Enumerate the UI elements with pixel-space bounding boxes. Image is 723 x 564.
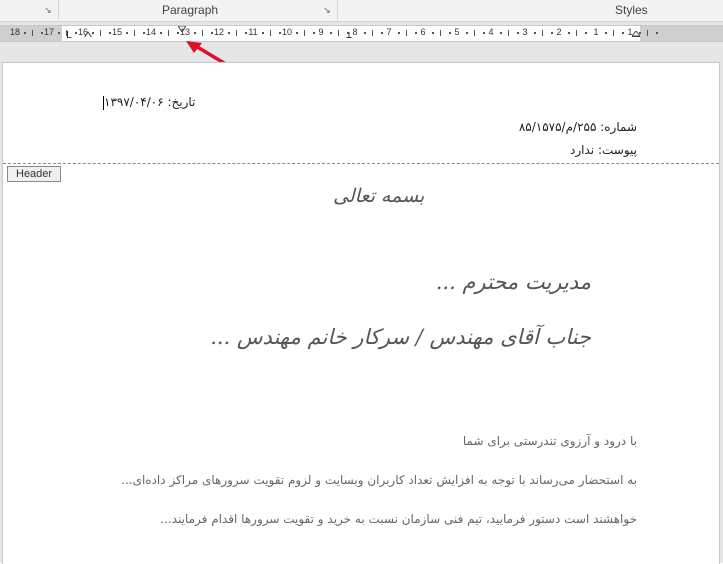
ruler-tick: [134, 30, 135, 36]
ruler-tick: [474, 30, 475, 36]
ruler-number: 12: [213, 27, 224, 37]
ruler-tick: [576, 30, 577, 36]
ruler-number: 16: [77, 27, 88, 37]
addressee-line-2[interactable]: جناب آقای مهندس / سرکار خانم مهندس ...: [210, 325, 591, 349]
ruler-number: 8: [352, 27, 358, 37]
ruler-tick: [202, 30, 203, 36]
ruler-tick: [647, 30, 648, 36]
ruler-tick: [508, 30, 509, 36]
salutation[interactable]: بسمه تعالی: [333, 185, 424, 207]
ruler-dot: [499, 32, 502, 34]
ruler-dot: [638, 32, 641, 34]
ruler-dot: [329, 32, 332, 34]
body-paragraph-1[interactable]: با درود و آرزوی تندرستی برای شما: [463, 434, 637, 448]
ruler-number: 15: [111, 27, 122, 37]
ruler-dot: [159, 32, 162, 34]
ruler-dot: [567, 32, 570, 34]
ruler-dot: [584, 32, 587, 34]
ruler-tick: [440, 30, 441, 36]
horizontal-ruler[interactable]: L ⊥ 18 17 16 15 14 13 12 11 10 9 8 7 6 5 4 3 2 1 1: [0, 25, 723, 42]
addressee-line-1[interactable]: مدیریت محترم ...: [436, 270, 591, 294]
body-paragraph-3[interactable]: خواهشند است دستور فرمایید، تیم فنی سازما…: [160, 512, 637, 526]
ruler-tick: [270, 30, 271, 36]
ruler-dot: [193, 32, 196, 34]
ruler-number: 2: [556, 27, 562, 37]
ruler-number: 13: [179, 27, 190, 37]
ruler-dot: [465, 32, 468, 34]
ruler-dot: [91, 32, 94, 34]
ruler-tick: [372, 30, 373, 36]
ruler-area: L ⊥ 18 17 16 15 14 13 12 11 10 9 8 7 6 5 4 3 2 1 1: [0, 22, 723, 71]
ruler-tick: [168, 30, 169, 36]
ruler-dot: [604, 32, 607, 34]
ruler-number: 11: [248, 27, 258, 37]
ruler-number: 14: [145, 27, 156, 37]
ruler-dot: [57, 32, 60, 34]
ruler-number: 10: [281, 27, 292, 37]
ruler-number: 1: [627, 27, 633, 37]
ruler-dot: [397, 32, 400, 34]
ruler-number: 1: [593, 27, 599, 37]
ruler-dot: [227, 32, 230, 34]
body-paragraph-2[interactable]: به استحضار می‌رساند با توجه به افزایش تع…: [121, 473, 637, 487]
ruler-tick: [406, 30, 407, 36]
ruler-dot: [655, 32, 658, 34]
ruler-number: 4: [488, 27, 494, 37]
number-line[interactable]: شماره: ۲۵۵/م/۸۵/۱۵۷۵: [519, 120, 637, 134]
ruler-tick: [542, 30, 543, 36]
ruler-right-margin: [640, 26, 723, 41]
ruler-dot: [261, 32, 264, 34]
ruler-tick: [32, 30, 33, 36]
ruler-dot: [431, 32, 434, 34]
ruler-number: 18: [9, 27, 20, 37]
document-canvas: تاریخ: ۱۳۹۷/۰۴/۰۶ شماره: ۲۵۵/م/۸۵/۱۵۷۵ پ…: [0, 62, 723, 564]
paragraph-dialog-launcher-icon[interactable]: ↘: [323, 7, 331, 16]
dialog-launcher-icon[interactable]: ↘: [44, 7, 52, 16]
ruler-dot: [533, 32, 536, 34]
ruler-number: 17: [43, 27, 54, 37]
ruler-number: 3: [522, 27, 528, 37]
group-separator: [58, 0, 59, 20]
ruler-dot: [295, 32, 298, 34]
header-boundary: [3, 163, 719, 164]
ruler-number: 5: [454, 27, 460, 37]
ruler-dot: [23, 32, 26, 34]
group-label-styles: Styles: [615, 3, 648, 17]
ruler-number: 6: [420, 27, 426, 37]
attachment-line[interactable]: پیوست: ندارد: [570, 143, 637, 157]
header-tag[interactable]: Header: [7, 166, 62, 182]
date-line[interactable]: تاریخ: ۱۳۹۷/۰۴/۰۶: [103, 95, 195, 110]
ruler-tick: [338, 30, 339, 36]
ribbon-group-labels: ↘ Paragraph ↘ Styles: [0, 0, 723, 22]
ruler-number: 7: [386, 27, 392, 37]
ruler-tick: [236, 30, 237, 36]
ruler-dot: [125, 32, 128, 34]
ruler-tick: [66, 30, 67, 36]
ruler-tick: [613, 30, 614, 36]
ruler-tick: [304, 30, 305, 36]
group-label-paragraph: Paragraph: [162, 3, 219, 17]
ruler-number: 9: [318, 27, 324, 37]
ruler-tick: [100, 30, 101, 36]
group-separator: [337, 0, 338, 20]
document-page[interactable]: تاریخ: ۱۳۹۷/۰۴/۰۶ شماره: ۲۵۵/م/۸۵/۱۵۷۵ پ…: [2, 62, 720, 564]
ruler-dot: [363, 32, 366, 34]
